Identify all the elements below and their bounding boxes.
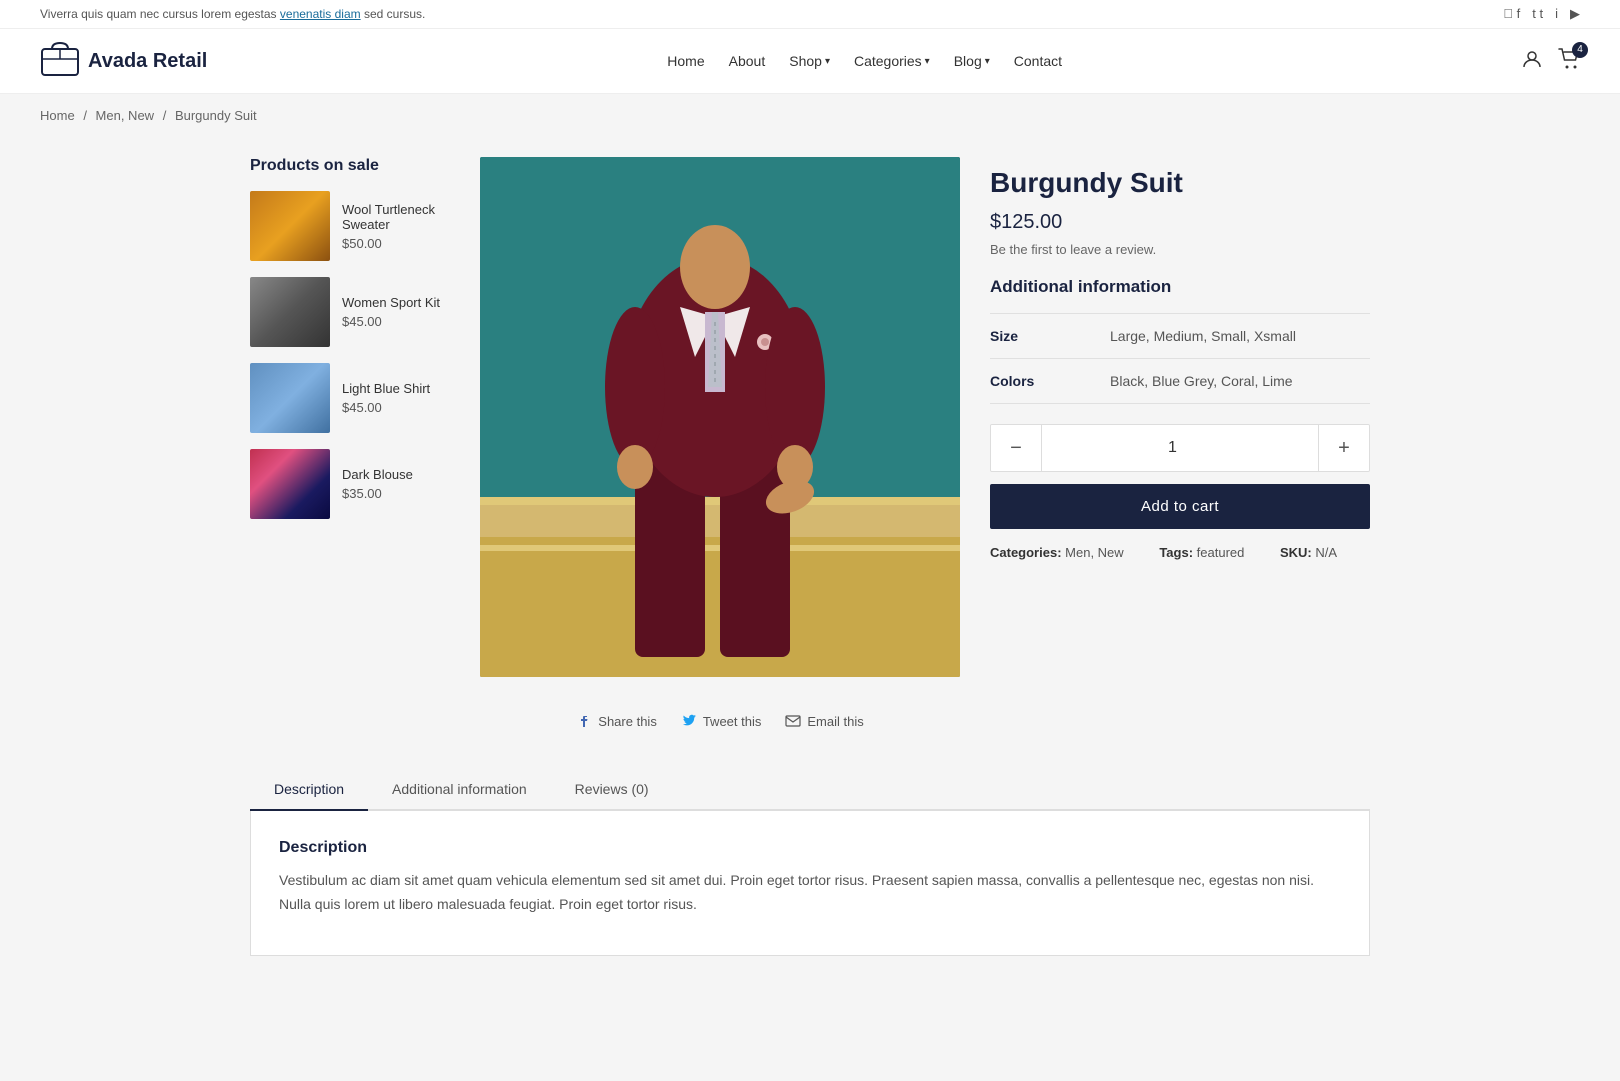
social-links:  f t t i ▶ <box>1503 6 1580 22</box>
twitter-share-button[interactable]: Tweet this <box>681 713 762 729</box>
product-meta: Categories: Men, New Tags: featured SKU:… <box>990 545 1370 560</box>
tab-content: Description Vestibulum ac diam sit amet … <box>250 811 1370 956</box>
email-share-button[interactable]: Email this <box>785 713 863 729</box>
sidebar-product-4-image <box>250 449 330 519</box>
sidebar-product-1-name: Wool Turtleneck Sweater <box>342 202 450 232</box>
colors-label: Colors <box>990 373 1110 389</box>
sidebar-product-2-price: $45.00 <box>342 314 440 329</box>
product-image-container: Share this Tweet this Email this <box>480 157 960 729</box>
categories-meta: Categories: Men, New <box>990 545 1140 560</box>
sidebar-product-2-image <box>250 277 330 347</box>
product-image-svg <box>480 157 960 677</box>
sidebar-product-3-info: Light Blue Shirt $45.00 <box>342 363 430 433</box>
breadcrumb: Home / Men, New / Burgundy Suit <box>0 94 1620 137</box>
sidebar-product-2-name: Women Sport Kit <box>342 295 440 310</box>
tab-description[interactable]: Description <box>250 769 368 811</box>
main-nav: Home About Shop▾ Categories▾ Blog▾ Conta… <box>667 53 1062 69</box>
add-to-cart-button[interactable]: Add to cart <box>990 484 1370 529</box>
top-bar: Viverra quis quam nec cursus lorem egest… <box>0 0 1620 29</box>
tabs-nav: Description Additional information Revie… <box>250 769 1370 811</box>
product-top: Share this Tweet this Email this <box>480 157 1370 729</box>
size-row: Size Large, Medium, Small, Xsmall <box>990 314 1370 359</box>
quantity-input[interactable] <box>1041 425 1319 471</box>
sidebar-product-4-name: Dark Blouse <box>342 467 413 482</box>
size-label: Size <box>990 328 1110 344</box>
breadcrumb-category[interactable]: Men, New <box>96 108 155 123</box>
sidebar-product-3-name: Light Blue Shirt <box>342 381 430 396</box>
header: Avada Retail Home About Shop▾ Categories… <box>0 29 1620 94</box>
account-icon[interactable] <box>1522 49 1542 74</box>
sidebar-product-2-info: Women Sport Kit $45.00 <box>342 277 440 347</box>
breadcrumb-home[interactable]: Home <box>40 108 75 123</box>
description-text: Vestibulum ac diam sit amet quam vehicul… <box>279 869 1341 917</box>
sidebar-product-2[interactable]: Women Sport Kit $45.00 <box>250 277 450 347</box>
additional-info-title: Additional information <box>990 277 1370 297</box>
header-actions: 4 <box>1522 48 1580 75</box>
facebook-share-button[interactable]: Share this <box>576 713 657 729</box>
product-area: Share this Tweet this Email this <box>480 157 1370 729</box>
nav-about[interactable]: About <box>729 53 766 69</box>
tabs-section: Description Additional information Revie… <box>210 769 1410 996</box>
main-content: Products on sale Wool Turtleneck Sweater… <box>210 137 1410 769</box>
nav-contact[interactable]: Contact <box>1014 53 1062 69</box>
facebook-share-icon <box>576 713 592 729</box>
tab-additional-info[interactable]: Additional information <box>368 769 551 811</box>
product-title: Burgundy Suit <box>990 167 1370 199</box>
email-share-icon <box>785 713 801 729</box>
announcement-text: Viverra quis quam nec cursus lorem egest… <box>40 7 425 21</box>
facebook-share-label: Share this <box>598 714 657 729</box>
sidebar-product-4-info: Dark Blouse $35.00 <box>342 449 413 519</box>
breadcrumb-sep-1: / <box>83 108 90 123</box>
facebook-icon[interactable]:  f <box>1503 6 1520 22</box>
shop-dropdown-arrow: ▾ <box>825 56 830 67</box>
logo[interactable]: Avada Retail <box>40 41 207 81</box>
sku-meta: SKU: N/A <box>1280 545 1353 560</box>
sidebar-product-1-image <box>250 191 330 261</box>
product-main-image <box>480 157 960 677</box>
product-info: Burgundy Suit $125.00 Be the first to le… <box>990 157 1370 729</box>
quantity-row: − + <box>990 424 1370 472</box>
logo-text: Avada Retail <box>88 50 207 73</box>
colors-row: Colors Black, Blue Grey, Coral, Lime <box>990 359 1370 404</box>
nav-home[interactable]: Home <box>667 53 704 69</box>
breadcrumb-sep-2: / <box>163 108 170 123</box>
categories-dropdown-arrow: ▾ <box>925 56 930 67</box>
email-share-label: Email this <box>807 714 863 729</box>
sidebar-product-1-info: Wool Turtleneck Sweater $50.00 <box>342 191 450 261</box>
twitter-share-label: Tweet this <box>703 714 762 729</box>
product-price: $125.00 <box>990 211 1370 234</box>
sidebar-product-3-image <box>250 363 330 433</box>
tab-reviews[interactable]: Reviews (0) <box>551 769 673 811</box>
nav-categories[interactable]: Categories▾ <box>854 53 930 69</box>
cart-badge: 4 <box>1572 42 1588 58</box>
announcement-link[interactable]: venenatis diam <box>280 7 361 21</box>
sidebar: Products on sale Wool Turtleneck Sweater… <box>250 157 450 729</box>
cart-icon[interactable]: 4 <box>1558 48 1580 75</box>
info-table: Size Large, Medium, Small, Xsmall Colors… <box>990 313 1370 404</box>
share-bar: Share this Tweet this Email this <box>480 697 960 729</box>
breadcrumb-current: Burgundy Suit <box>175 108 257 123</box>
description-title: Description <box>279 839 1341 857</box>
nav-blog[interactable]: Blog▾ <box>954 53 990 69</box>
nav-shop[interactable]: Shop▾ <box>789 53 830 69</box>
quantity-increase-button[interactable]: + <box>1319 425 1369 471</box>
youtube-icon[interactable]: ▶ <box>1570 6 1580 22</box>
quantity-decrease-button[interactable]: − <box>991 425 1041 471</box>
size-value: Large, Medium, Small, Xsmall <box>1110 328 1296 344</box>
sidebar-product-3-price: $45.00 <box>342 400 430 415</box>
sidebar-product-4[interactable]: Dark Blouse $35.00 <box>250 449 450 519</box>
product-review[interactable]: Be the first to leave a review. <box>990 242 1370 257</box>
sidebar-product-4-price: $35.00 <box>342 486 413 501</box>
sidebar-title: Products on sale <box>250 157 450 175</box>
sidebar-product-1[interactable]: Wool Turtleneck Sweater $50.00 <box>250 191 450 261</box>
logo-icon <box>40 41 80 81</box>
sidebar-product-3[interactable]: Light Blue Shirt $45.00 <box>250 363 450 433</box>
tags-meta: Tags: featured <box>1159 545 1260 560</box>
sidebar-product-1-price: $50.00 <box>342 236 450 251</box>
twitter-icon[interactable]: t t <box>1532 6 1543 22</box>
twitter-share-icon <box>681 713 697 729</box>
colors-value: Black, Blue Grey, Coral, Lime <box>1110 373 1293 389</box>
instagram-icon[interactable]: i <box>1555 6 1558 22</box>
blog-dropdown-arrow: ▾ <box>985 56 990 67</box>
